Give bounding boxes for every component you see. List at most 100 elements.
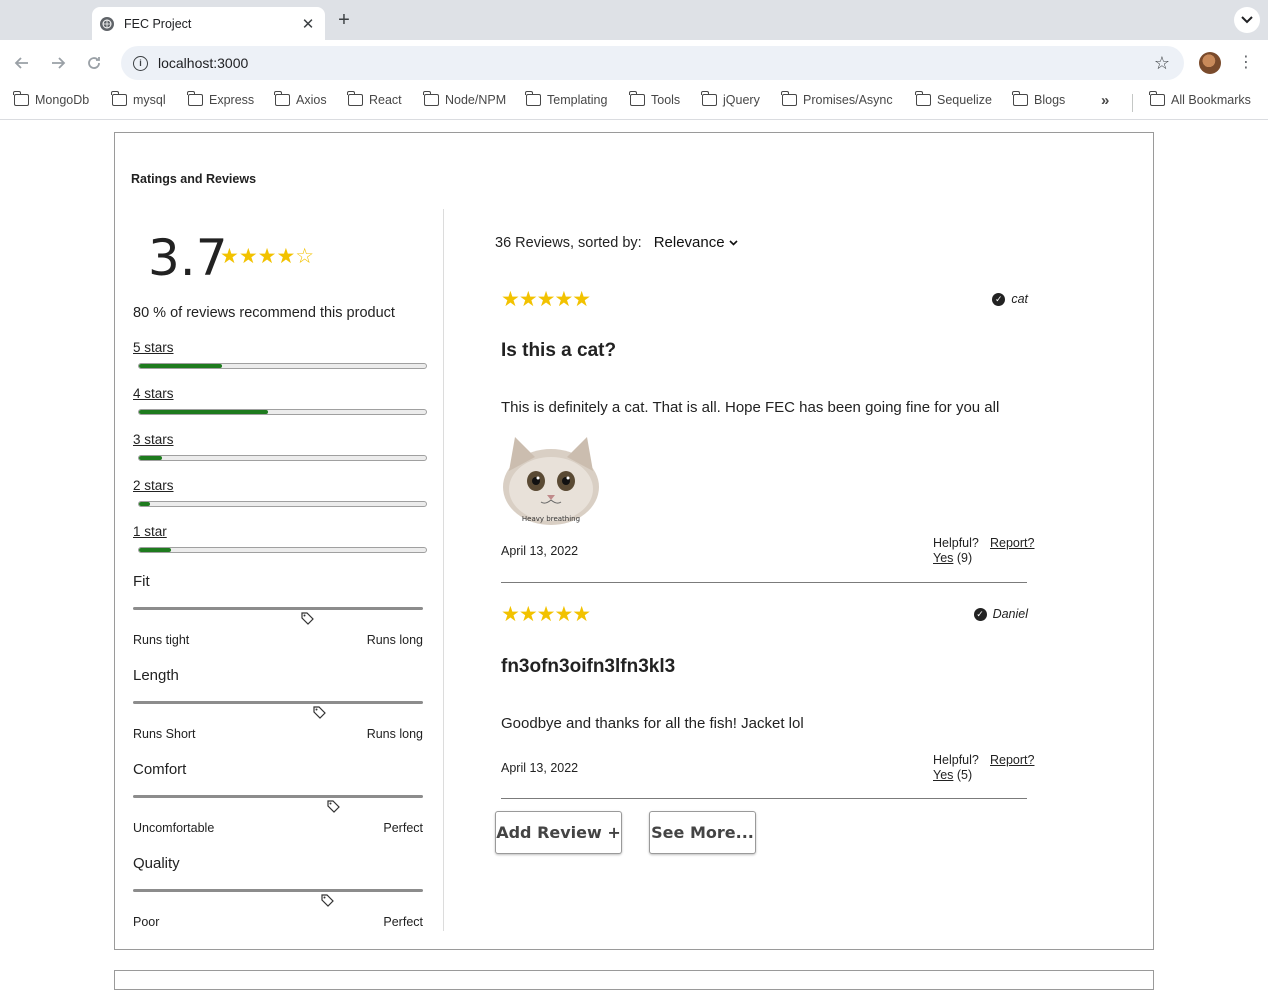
back-button[interactable]	[11, 52, 33, 74]
breakdown-row-5[interactable]: 5 stars	[133, 340, 427, 370]
breakdown-row-4[interactable]: 4 stars	[133, 386, 427, 416]
bookmark-label: Promises/Async	[803, 93, 893, 107]
breakdown-label[interactable]: 5 stars	[133, 340, 427, 355]
review-photo-thumbnail[interactable]: Heavy breathing	[501, 431, 601, 527]
tag-marker-icon	[321, 894, 335, 907]
bookmark-folder[interactable]: jQuery	[701, 91, 760, 107]
sort-value: Relevance	[653, 234, 725, 251]
bookmark-folder[interactable]: Axios	[274, 91, 327, 107]
folder-icon	[13, 91, 29, 106]
bookmark-folder[interactable]: Blogs	[1012, 91, 1066, 107]
globe-icon	[100, 16, 114, 31]
tag-marker-icon	[327, 800, 340, 813]
folder-icon	[781, 91, 797, 106]
folder-icon	[525, 91, 541, 106]
folder-icon	[915, 91, 931, 106]
verified-check-icon: ✓	[973, 607, 987, 621]
characteristic-low-label: Uncomfortable	[133, 821, 215, 835]
breakdown-label[interactable]: 4 stars	[133, 386, 427, 401]
breakdown-bar	[138, 409, 427, 415]
tab-search-button[interactable]	[1234, 7, 1260, 33]
characteristic-quality: Quality Poor Perfect	[133, 855, 423, 935]
next-panel-edge	[114, 970, 1154, 990]
bookmarks-overflow-icon[interactable]: »	[1101, 92, 1109, 109]
url-text[interactable]: localhost:3000	[158, 55, 1154, 71]
profile-avatar[interactable]	[1199, 52, 1221, 74]
menu-kebab-icon[interactable]: ⋮	[1238, 52, 1254, 74]
bookmark-folder[interactable]: mysql	[111, 91, 166, 107]
forward-button[interactable]	[47, 52, 69, 74]
bookmark-label: All Bookmarks	[1171, 93, 1251, 107]
reload-icon	[88, 57, 100, 69]
sort-dropdown[interactable]: Relevance	[654, 234, 738, 251]
bookmark-folder[interactable]: Node/NPM	[423, 91, 506, 107]
all-bookmarks-folder[interactable]: All Bookmarks	[1149, 91, 1251, 107]
breakdown-label[interactable]: 1 star	[133, 524, 427, 539]
bookmark-label: Express	[209, 93, 255, 107]
rating-summary: 3.7 ★★★★☆ 80 % of reviews recommend this…	[115, 209, 444, 931]
bookmark-folder[interactable]: MongoDb	[13, 91, 89, 107]
bookmark-folder[interactable]: Sequelize	[915, 91, 992, 107]
bookmark-folder[interactable]: React	[347, 91, 402, 107]
folder-icon	[347, 91, 363, 106]
helpful-block: Helpful? Yes (5)	[933, 753, 979, 783]
characteristic-fit: Fit Runs tight Runs long	[133, 573, 423, 653]
reviews-sort-line: 36 Reviews, sorted by: Relevance	[495, 234, 738, 251]
tag-marker-icon	[301, 612, 314, 625]
helpful-block: Helpful? Yes (9)	[933, 536, 979, 566]
section-title: Ratings and Reviews	[131, 172, 257, 186]
bookmark-label: Blogs	[1034, 93, 1066, 107]
tab-active[interactable]: FEC Project ✕	[92, 7, 325, 40]
breakdown-bar	[138, 547, 427, 553]
bookmark-star-icon[interactable]: ☆	[1154, 53, 1170, 74]
bookmark-folder[interactable]: Promises/Async	[781, 91, 893, 107]
review-user: ✓ Daniel	[973, 607, 1028, 621]
breakdown-row-2[interactable]: 2 stars	[133, 478, 427, 508]
bookmark-folder[interactable]: Express	[187, 91, 255, 107]
breakdown-row-3[interactable]: 3 stars	[133, 432, 427, 462]
bookmark-folder[interactable]: Templating	[525, 91, 607, 107]
characteristic-track	[133, 889, 423, 892]
review-body: Goodbye and thanks for all the fish! Jac…	[501, 715, 804, 732]
characteristic-comfort: Comfort Uncomfortable Perfect	[133, 761, 423, 841]
breakdown-fill	[139, 502, 151, 506]
folder-icon	[187, 91, 203, 106]
reload-button[interactable]	[83, 52, 105, 74]
review-title: fn3ofn3oifn3lfn3kl3	[501, 656, 676, 677]
characteristic-high-label: Runs long	[366, 633, 423, 647]
breakdown-fill	[139, 456, 162, 460]
breakdown-fill	[139, 364, 223, 368]
characteristic-track	[133, 607, 423, 610]
bookmark-label: Sequelize	[937, 93, 992, 107]
add-review-button[interactable]: Add Review +	[495, 811, 622, 854]
info-icon[interactable]: i	[133, 55, 148, 71]
recommend-text: 80 % of reviews recommend this product	[133, 305, 395, 321]
see-more-button[interactable]: See More...	[649, 811, 756, 854]
characteristic-track	[133, 701, 423, 704]
new-tab-button[interactable]: +	[334, 9, 354, 32]
review-username: cat	[1011, 292, 1028, 306]
bookmarks-divider	[1132, 94, 1133, 112]
average-rating: 3.7	[148, 229, 228, 287]
characteristic-high-label: Perfect	[383, 821, 423, 835]
helpful-label: Helpful?	[933, 753, 979, 767]
folder-icon	[111, 91, 127, 106]
close-tab-icon[interactable]: ✕	[299, 15, 317, 33]
chevron-down-icon	[1241, 16, 1253, 24]
helpful-yes-link[interactable]: Yes	[933, 551, 953, 565]
breakdown-label[interactable]: 2 stars	[133, 478, 427, 493]
helpful-yes-link[interactable]: Yes	[933, 768, 953, 782]
breakdown-row-1[interactable]: 1 star	[133, 524, 427, 554]
average-stars: ★★★★☆	[220, 245, 315, 268]
breakdown-label[interactable]: 3 stars	[133, 432, 427, 447]
ratings-reviews-panel: Ratings and Reviews 3.7 ★★★★☆ 80 % of re…	[114, 132, 1154, 950]
address-bar[interactable]: i localhost:3000 ☆	[121, 46, 1184, 80]
folder-icon	[423, 91, 439, 106]
review-user: ✓ cat	[992, 292, 1028, 306]
breakdown-bar	[138, 363, 427, 369]
bookmark-folder[interactable]: Tools	[629, 91, 680, 107]
review-tile: ★★★★★ ✓ cat Is this a cat? This is defin…	[501, 287, 1034, 583]
report-link[interactable]: Report?	[990, 536, 1034, 550]
report-link[interactable]: Report?	[990, 753, 1034, 767]
characteristic-length: Length Runs Short Runs long	[133, 667, 423, 747]
